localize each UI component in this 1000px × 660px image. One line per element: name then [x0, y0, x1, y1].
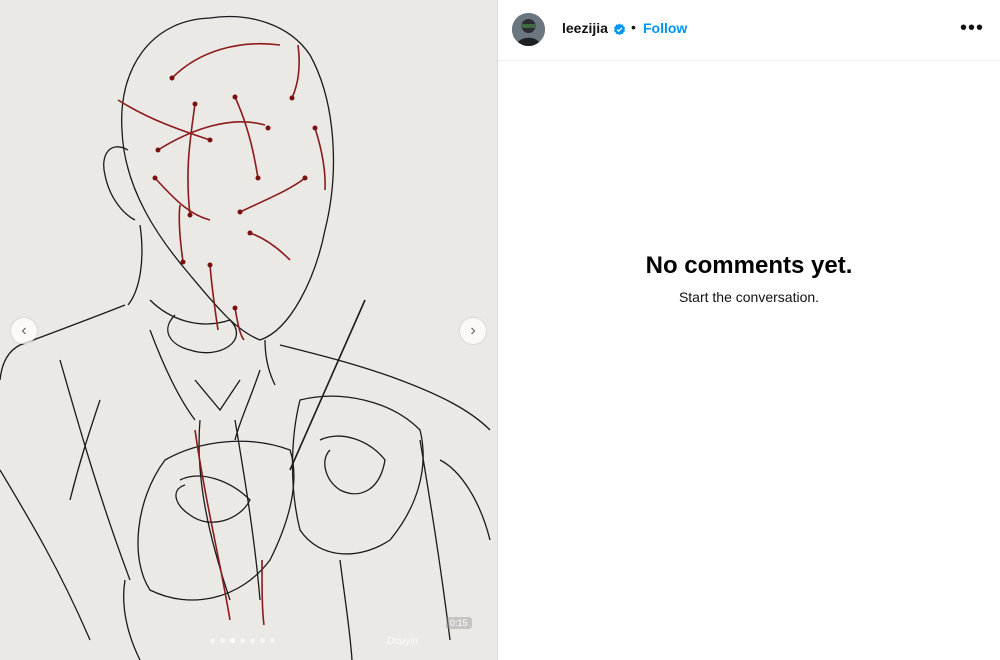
username-link[interactable]: leezijia	[562, 20, 608, 36]
carousel-dot	[240, 638, 245, 643]
previous-slide-button[interactable]: ‹	[11, 318, 37, 344]
more-options-icon[interactable]: •••	[960, 17, 984, 40]
artwork-image	[0, 15, 491, 660]
post-media[interactable]: ‹ › 0:15 Douyin	[0, 0, 497, 660]
avatar[interactable]	[512, 13, 545, 46]
follow-button[interactable]: Follow	[643, 20, 687, 36]
empty-comments-subtitle: Start the conversation.	[678, 289, 820, 305]
separator-dot: •	[631, 19, 636, 35]
chevron-right-icon: ›	[470, 322, 476, 339]
carousel-dot	[270, 638, 275, 643]
carousel-dot	[210, 638, 215, 643]
empty-comments-title: No comments yet.	[645, 252, 853, 279]
chevron-left-icon: ‹	[21, 322, 27, 339]
carousel-dot	[220, 638, 225, 643]
carousel-dot	[260, 638, 265, 643]
watermark-text: Douyin	[387, 636, 419, 647]
post-header: leezijia • Follow •••	[498, 0, 1000, 61]
carousel-dot	[250, 638, 255, 643]
verified-badge-icon	[613, 23, 626, 36]
carousel-indicator	[210, 638, 275, 643]
carousel-dot-active	[230, 638, 235, 643]
watermark-badge: 0:15	[446, 617, 472, 629]
next-slide-button[interactable]: ›	[460, 318, 486, 344]
comments-panel: leezijia • Follow ••• No comments yet. S…	[498, 0, 1000, 660]
